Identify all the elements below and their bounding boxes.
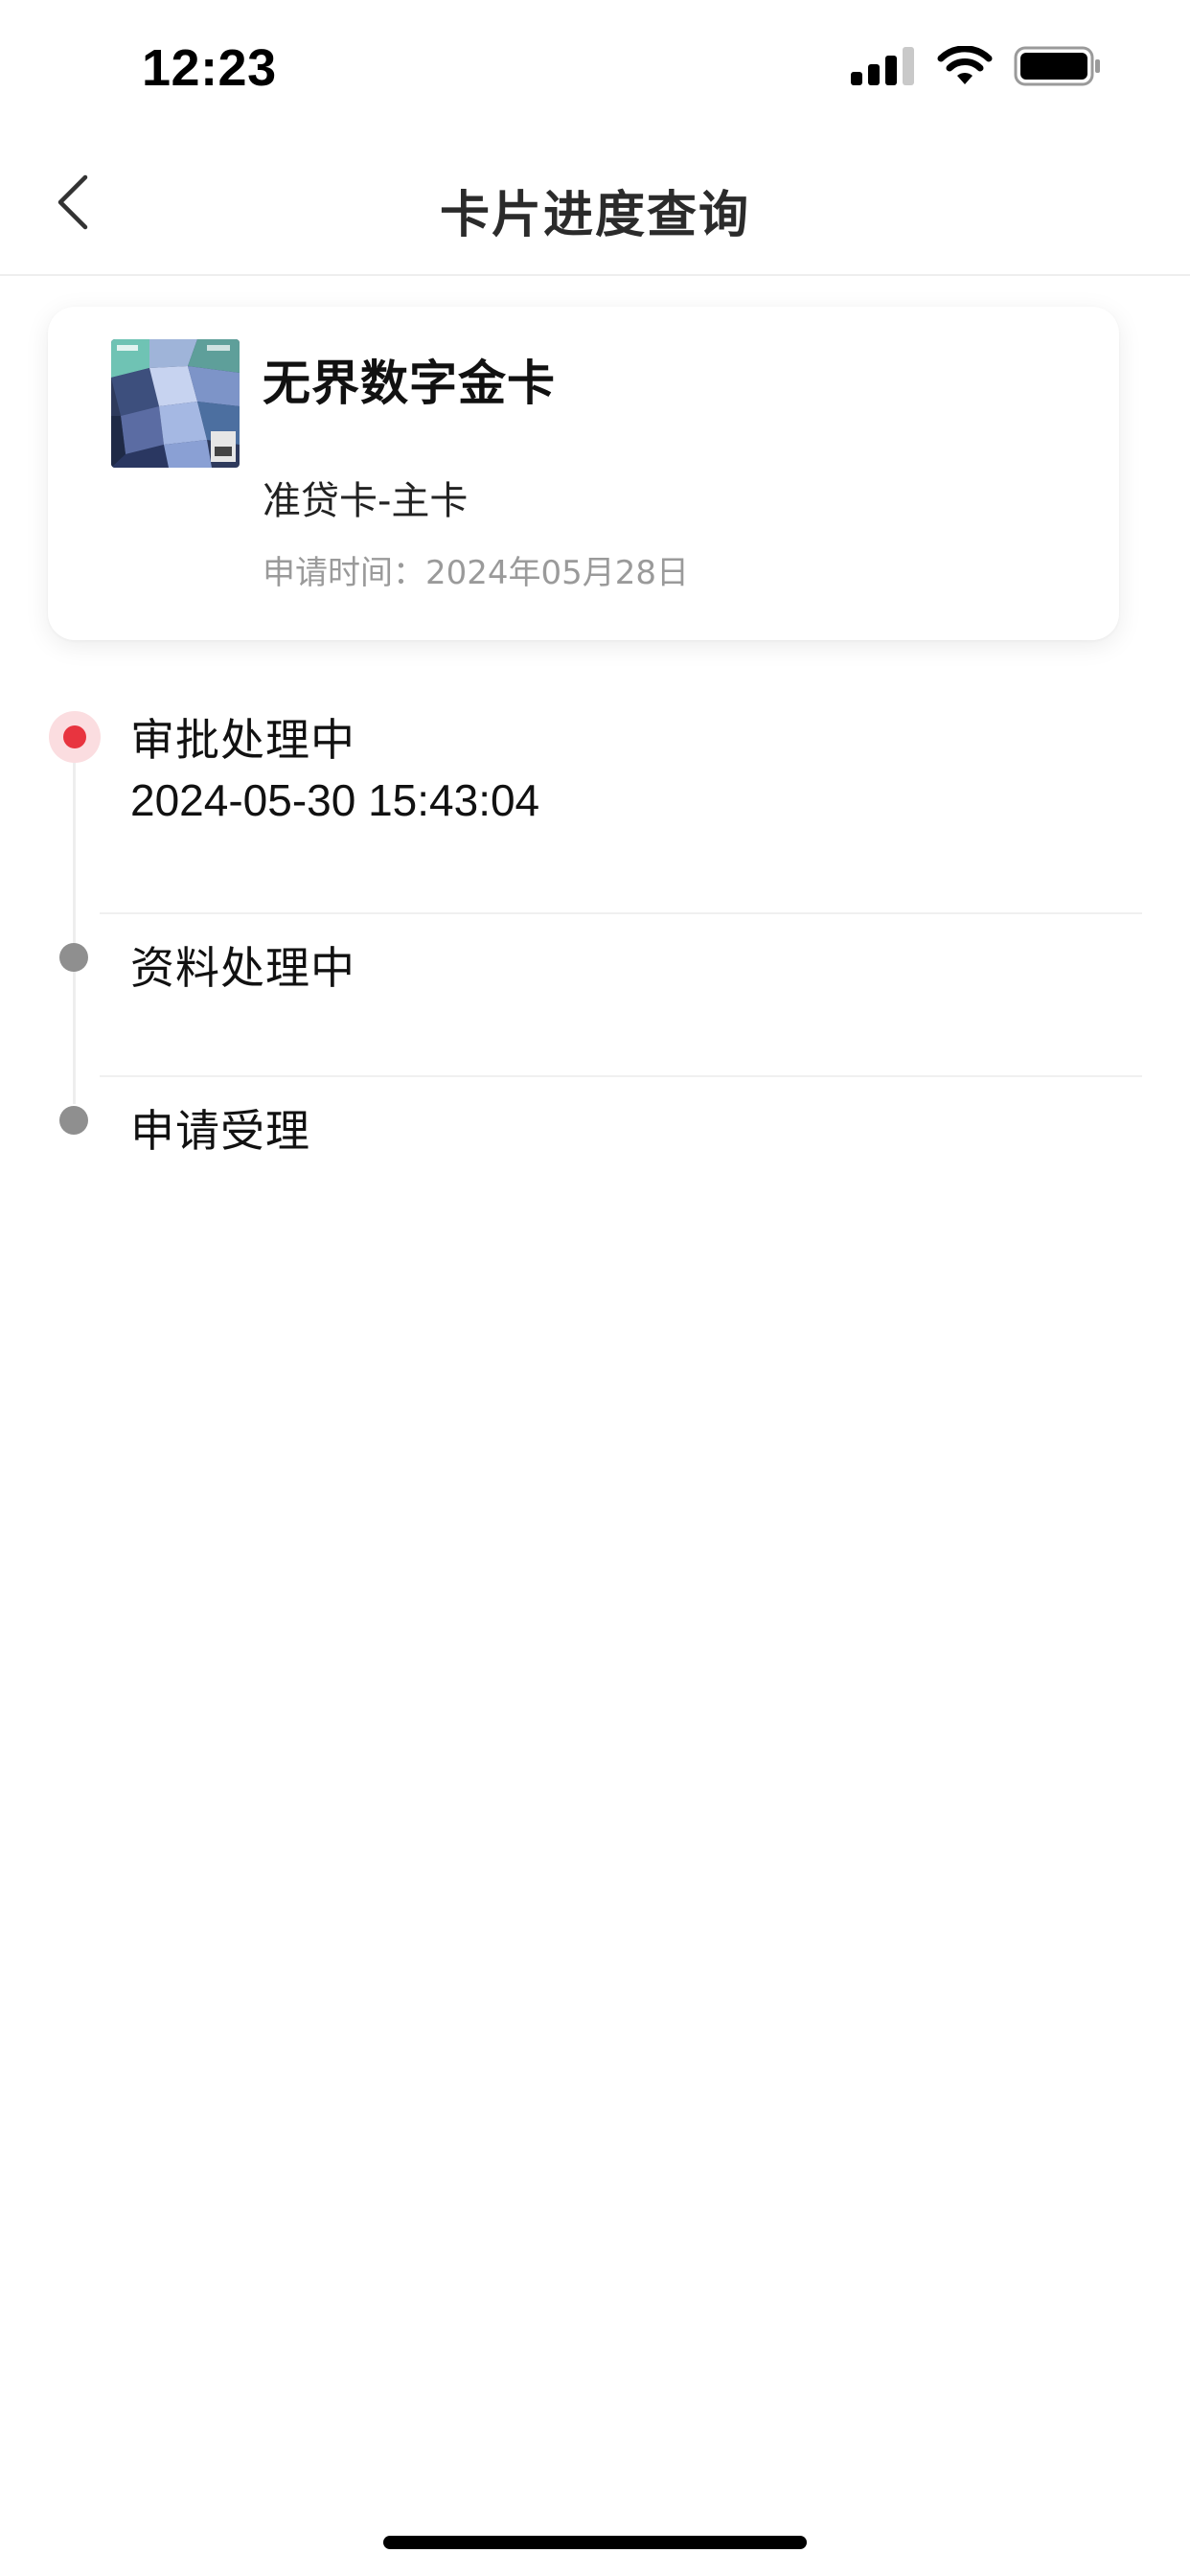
inactive-dot-icon: [59, 1106, 88, 1135]
step-time: 2024-05-30 15:43:04: [130, 775, 540, 825]
card-name: 无界数字金卡: [263, 356, 556, 411]
inactive-dot-icon: [59, 943, 88, 972]
nav-bar: 卡片进度查询: [0, 134, 1190, 276]
screen: 12:23 卡片进度查询 无界数字金卡 准贷卡-主卡 申请时间：2024年05月…: [0, 0, 1190, 2576]
apply-date: 申请时间：2024年05月28日: [263, 554, 690, 592]
status-time: 12:23: [142, 39, 277, 97]
home-indicator[interactable]: [383, 2536, 807, 2549]
battery-icon: [1014, 46, 1102, 90]
status-icons: [851, 45, 1102, 90]
divider: [100, 1075, 1142, 1077]
wifi-icon: [937, 45, 993, 90]
status-bar: 12:23: [0, 0, 1190, 134]
step-label: 审批处理中: [130, 714, 355, 766]
active-dot-icon: [63, 725, 86, 748]
page-title: 卡片进度查询: [439, 187, 750, 244]
timeline-line: [73, 734, 76, 1104]
divider: [100, 912, 1142, 914]
card-art-image: [111, 339, 240, 468]
card-info-panel: 无界数字金卡 准贷卡-主卡 申请时间：2024年05月28日: [48, 307, 1119, 640]
card-type: 准贷卡-主卡: [263, 479, 469, 523]
step-label: 资料处理中: [130, 942, 355, 994]
step-label: 申请受理: [130, 1105, 310, 1157]
signal-icon: [851, 47, 916, 89]
